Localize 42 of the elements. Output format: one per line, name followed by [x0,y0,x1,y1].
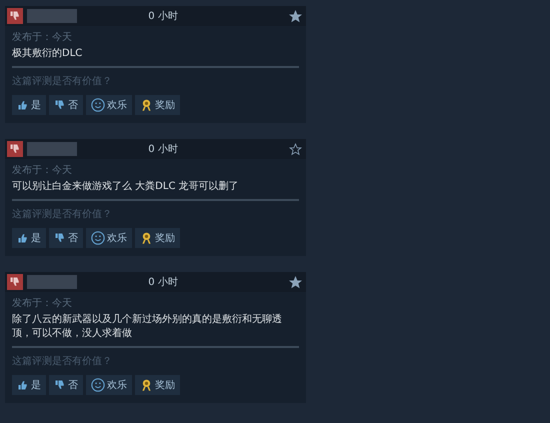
hours-played: 0 小时 [147,276,179,290]
yes-button[interactable]: 是 [12,228,46,248]
funny-button[interactable]: 欢乐 [86,228,132,248]
blurred-name [27,275,77,289]
helpful-prompt: 这篇评测是否有价值？ [12,74,113,89]
hours-played: 0 小时 [147,142,179,156]
funny-button[interactable]: 欢乐 [86,375,132,395]
thumbs-up-icon [17,99,29,111]
yes-button[interactable]: 是 [12,375,46,395]
helpful-prompt: 这篇评测是否有价值？ [12,354,113,369]
posted-date: 发布于：今天 [12,165,73,177]
hours-played: 0 小时 [147,10,179,24]
thumbs-up-icon [17,232,29,244]
thumbs-up-icon [17,379,29,391]
no-button[interactable]: 否 [49,375,83,395]
no-button[interactable]: 否 [49,95,83,115]
review-text: 除了八云的新武器以及几个新过场外别的真的是敷衍和无聊透顶，可以不做，没人求着做 [12,313,299,348]
smiley-icon [91,98,105,112]
blurred-name [27,9,77,23]
star-outline-icon[interactable] [289,142,302,156]
smiley-icon [91,231,105,245]
award-button[interactable]: 奖励 [135,375,180,395]
funny-button[interactable]: 欢乐 [86,95,132,115]
posted-date: 发布于：今天 [12,298,73,310]
no-button[interactable]: 否 [49,228,83,248]
award-icon [140,378,153,392]
thumbs-down-icon [54,379,66,391]
review-text: 极其敷衍的DLC [12,47,299,68]
award-icon [140,98,153,112]
award-button[interactable]: 奖励 [135,95,180,115]
helpful-prompt: 这篇评测是否有价值？ [12,208,113,222]
blurred-name [27,142,77,156]
thumbs-down-icon [54,99,66,111]
award-button[interactable]: 奖励 [135,228,180,248]
smiley-icon [91,378,105,392]
review-text: 可以别让白金来做游戏了么 大粪DLC 龙哥可以删了 [12,180,299,201]
posted-date: 发布于：今天 [12,32,73,44]
award-icon [140,231,153,245]
star-icon[interactable] [289,10,302,22]
star-icon[interactable] [289,276,302,288]
yes-button[interactable]: 是 [12,95,46,115]
thumbs-down-icon [54,232,66,244]
